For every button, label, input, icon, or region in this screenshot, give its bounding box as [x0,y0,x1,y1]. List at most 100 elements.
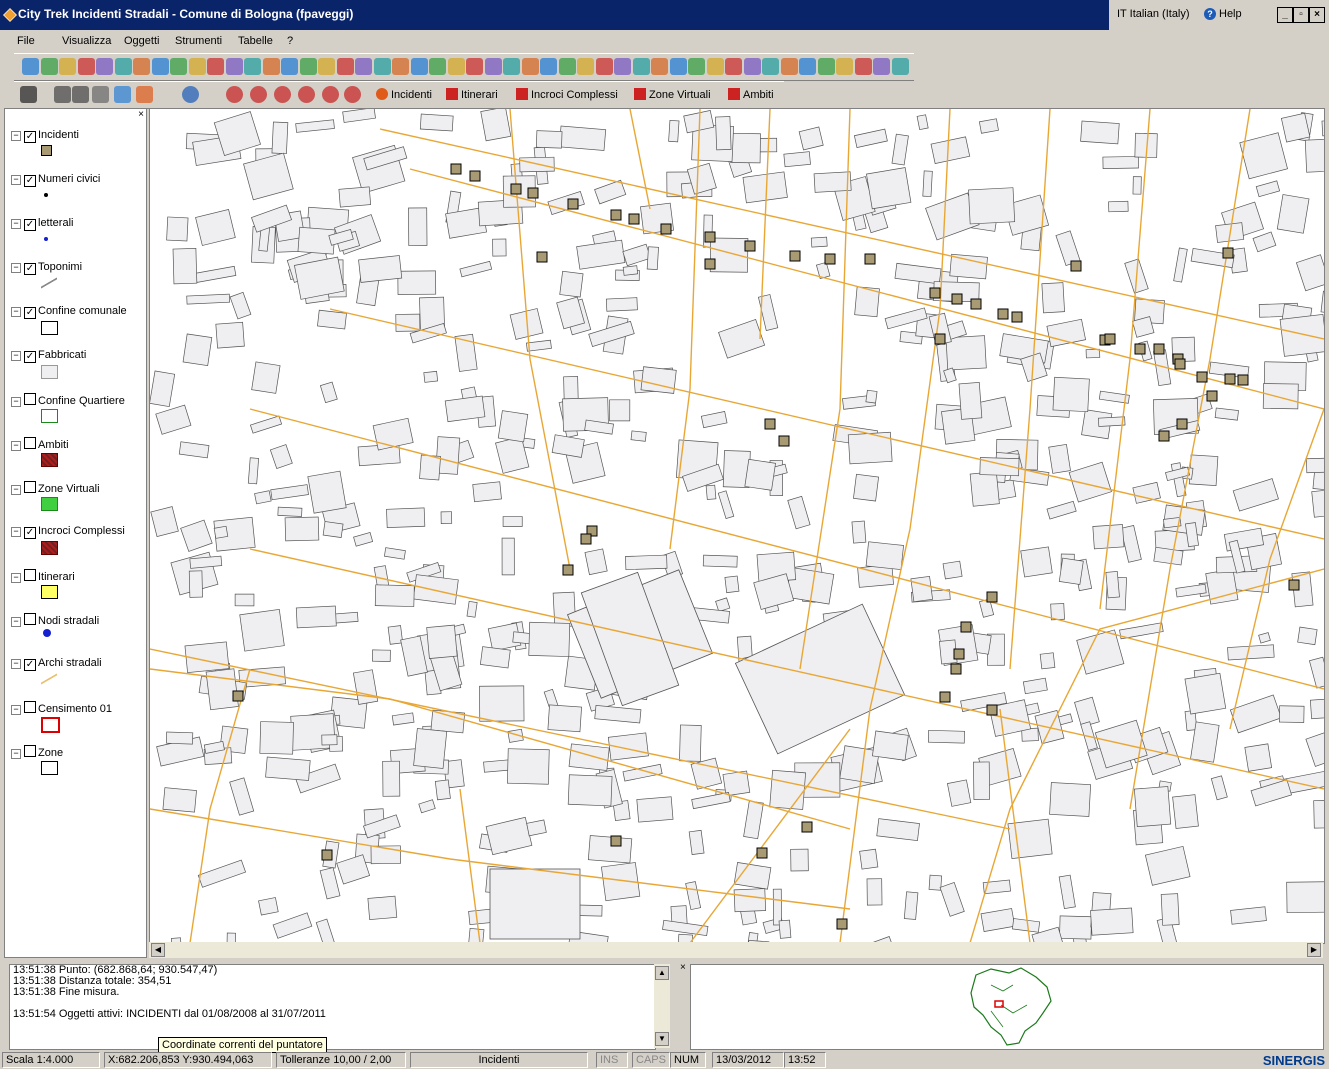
toolbar-tool-icon[interactable] [780,58,798,75]
legend-item[interactable]: − Zone Virtuali [11,481,100,495]
layer-visibility-checkbox[interactable] [24,437,36,449]
overview-map[interactable] [690,964,1324,1050]
collapse-icon[interactable]: − [11,573,21,583]
toolbar-tool-icon[interactable] [484,58,502,75]
legend-item[interactable]: − Ambiti [11,437,69,451]
collapse-icon[interactable]: − [11,175,21,185]
toolbar-tool-icon[interactable] [706,58,724,75]
layer-visibility-checkbox[interactable]: ✓ [24,307,36,319]
toolbar-tool-icon[interactable] [225,58,243,75]
overview-canvas[interactable] [691,965,1323,1049]
restore-button[interactable]: ▫ [1293,7,1309,23]
legend-item[interactable]: − ✓ letterali [11,217,73,231]
toolbar-tool-icon[interactable] [151,58,169,75]
layer-visibility-checkbox[interactable] [24,481,36,493]
log-scrollbar[interactable]: ▲ ▼ [654,964,670,1048]
layer-visibility-checkbox[interactable] [24,569,36,581]
toolbar-tool-icon[interactable] [817,58,835,75]
layer-visibility-checkbox[interactable] [24,393,36,405]
toolbar-tool-icon[interactable] [373,58,391,75]
toolbar-tool-icon[interactable] [322,86,339,103]
toolbar-tool-icon[interactable] [669,58,687,75]
toolbar-tool-icon[interactable] [799,58,816,75]
toolbar-tool-icon[interactable] [182,86,199,103]
legend-item[interactable]: − ✓ Incroci Complessi [11,525,125,539]
legend-item[interactable]: − Confine Quartiere [11,393,125,407]
scroll-left-icon[interactable]: ◀ [151,943,165,957]
toolbar-tool-icon[interactable] [762,58,779,75]
map-horizontal-scrollbar[interactable]: ◀ ▶ [149,942,1323,958]
scroll-up-icon[interactable]: ▲ [655,966,669,980]
toolbar-tool-icon[interactable] [854,58,872,75]
collapse-icon[interactable]: − [11,441,21,451]
legend-item[interactable]: − Censimento 01 [11,701,112,715]
toolbar-tool-icon[interactable] [59,58,76,75]
message-log[interactable]: 13:51:38 Punto: (682.868,64; 930.547,47)… [9,964,656,1050]
close-legend-icon[interactable]: × [138,109,144,120]
legend-item[interactable]: − ✓ Incidenti [11,129,79,143]
menu-file[interactable]: File [17,35,35,47]
toolbar-tool-icon[interactable] [96,58,113,75]
legend-item[interactable]: − ✓ Archi stradali [11,657,102,671]
legend-item[interactable]: − ✓ Numeri civici [11,173,100,187]
toolbar-tool-icon[interactable] [136,86,153,103]
layer-visibility-checkbox[interactable] [24,745,36,757]
toolbar-tool-icon[interactable] [114,58,132,75]
toolbar-tool-icon[interactable] [725,58,742,75]
toolbar-tool-icon[interactable] [188,58,206,75]
scroll-down-icon[interactable]: ▼ [655,1032,669,1046]
legend-item[interactable]: − ✓ Fabbricati [11,349,86,363]
toolbar-tool-icon[interactable] [262,58,280,75]
language-indicator[interactable]: IT Italian (Italy) [1117,8,1190,20]
toolbar-tool-icon[interactable] [595,58,613,75]
layer-visibility-checkbox[interactable]: ✓ [24,659,36,671]
toolbar-tool-icon[interactable] [114,86,131,103]
toolbar-tool-icon[interactable] [54,86,71,103]
collapse-icon[interactable]: − [11,527,21,537]
collapse-icon[interactable]: − [11,131,21,141]
toolbar-tool-icon[interactable] [355,58,372,75]
toolbar-tool-icon[interactable] [299,58,317,75]
layer-visibility-checkbox[interactable]: ✓ [24,219,36,231]
toolbar-tool-icon[interactable] [336,58,354,75]
toolbar-tool-icon[interactable] [207,58,224,75]
toolbar-tool-icon[interactable] [503,58,520,75]
collapse-icon[interactable]: − [11,397,21,407]
toolbar-tool-icon[interactable] [298,86,315,103]
toolbar-tool-icon[interactable] [281,58,298,75]
toolbar-tool-icon[interactable] [651,58,668,75]
toolbar-tool-icon[interactable] [250,86,267,103]
layer-visibility-checkbox[interactable]: ✓ [24,527,36,539]
legend-item[interactable]: − ✓ Confine comunale [11,305,127,319]
collapse-icon[interactable]: − [11,351,21,361]
layer-visibility-checkbox[interactable]: ✓ [24,131,36,143]
menu-oggetti[interactable]: Oggetti [124,35,159,47]
layer-visibility-checkbox[interactable]: ✓ [24,263,36,275]
toolbar-tool-icon[interactable] [410,58,428,75]
collapse-icon[interactable]: − [11,749,21,759]
close-button[interactable]: × [1309,7,1325,23]
toolbar-tool-icon[interactable] [873,58,890,75]
layer-button-itinerari[interactable]: Itinerari [446,88,498,101]
collapse-icon[interactable]: − [11,219,21,229]
toolbar-tool-icon[interactable] [274,86,291,103]
toolbar-tool-icon[interactable] [77,58,95,75]
collapse-icon[interactable]: − [11,705,21,715]
menu-visualizza[interactable]: Visualizza [62,35,111,47]
toolbar-tool-icon[interactable] [92,86,109,103]
toolbar-tool-icon[interactable] [632,58,650,75]
toolbar-tool-icon[interactable] [836,58,853,75]
toolbar-tool-icon[interactable] [40,58,58,75]
toolbar-tool-icon[interactable] [392,58,409,75]
legend-item[interactable]: − ✓ Toponimi [11,261,82,275]
collapse-icon[interactable]: − [11,485,21,495]
menu-help[interactable]: ? [287,35,293,47]
toolbar-tool-icon[interactable] [244,58,261,75]
collapse-icon[interactable]: − [11,263,21,273]
close-panel-icon[interactable]: × [680,962,686,973]
map-view[interactable] [149,108,1325,944]
toolbar-tool-icon[interactable] [133,58,150,75]
toolbar-tool-icon[interactable] [344,86,361,103]
legend-item[interactable]: − Itinerari [11,569,75,583]
toolbar-tool-icon[interactable] [891,58,909,75]
